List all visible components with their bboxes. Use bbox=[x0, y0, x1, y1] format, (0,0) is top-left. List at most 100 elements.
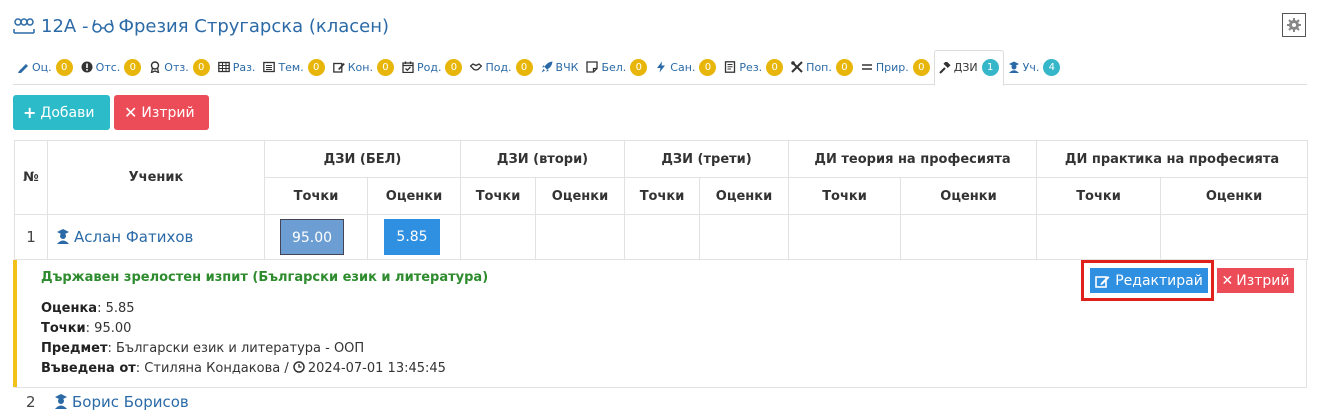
delete-exam-label: Изтрий bbox=[1236, 272, 1290, 289]
empty-cell bbox=[1036, 214, 1162, 260]
tab-bar: Оц. 0 Отс. 0 Отз. 0 Раз. Тем. 0 Кон. 0 Род. 0 Под. 0 ВЧ… bbox=[13, 49, 1307, 86]
tab-list[interactable]: Тем. 0 bbox=[259, 50, 328, 84]
handshake-icon bbox=[470, 63, 483, 71]
tab-count-badge: 0 bbox=[630, 58, 648, 76]
subheader-points: Точки bbox=[788, 177, 902, 215]
award-icon bbox=[151, 61, 160, 73]
tab-label: Поп. bbox=[806, 60, 832, 74]
tab-count-badge: 0 bbox=[445, 58, 463, 76]
add-button[interactable]: + Добави bbox=[13, 95, 110, 130]
tab-count-badge: 0 bbox=[515, 58, 533, 76]
bolt-icon bbox=[657, 61, 666, 73]
group-header-bel: ДЗИ (БЕЛ) bbox=[263, 140, 462, 178]
tab-label: Под. bbox=[485, 60, 512, 74]
empty-cell bbox=[788, 214, 902, 260]
row-number: 1 bbox=[14, 214, 48, 260]
student-name: Борис Борисов bbox=[72, 393, 189, 411]
tab-exclamation-circle[interactable]: Отс. 0 bbox=[77, 50, 146, 84]
tab-count-badge: 0 bbox=[307, 58, 325, 76]
equals-icon bbox=[861, 64, 872, 70]
tab-count-badge: 0 bbox=[766, 58, 784, 76]
tab-label: Бел. bbox=[601, 60, 627, 74]
detail-entered: Въведена от: Стиляна Кондакова / 2024-07… bbox=[41, 361, 446, 376]
tab-bolt[interactable]: Сан. 0 bbox=[651, 50, 720, 84]
delete-exam-button[interactable]: ✕ Изтрий bbox=[1217, 268, 1294, 293]
points-value[interactable]: 95.00 bbox=[280, 219, 344, 255]
tab-label: Тем. bbox=[278, 60, 304, 74]
empty-cell bbox=[624, 214, 701, 260]
group-header-practice: ДИ практика на професията bbox=[1036, 140, 1309, 178]
tab-gavel[interactable]: ДЗИ 1 bbox=[933, 49, 1004, 86]
tab-pencil[interactable]: Оц. 0 bbox=[13, 50, 77, 84]
tab-handshake[interactable]: Под. 0 bbox=[466, 50, 536, 84]
empty-cell bbox=[1160, 214, 1309, 260]
subheader-marks: Оценки bbox=[1160, 177, 1309, 215]
tab-label: Род. bbox=[416, 60, 442, 74]
calendar-check-icon bbox=[402, 61, 414, 73]
bel-marks-cell: 5.85 bbox=[366, 214, 462, 260]
tab-label: Кон. bbox=[347, 60, 373, 74]
subheader-marks: Оценки bbox=[535, 177, 626, 215]
empty-cell bbox=[699, 214, 790, 260]
tab-equals[interactable]: Прир. 0 bbox=[857, 50, 934, 84]
empty-cell bbox=[900, 214, 1038, 260]
tab-label: Отс. bbox=[95, 60, 121, 74]
page-title: 12А - Фрезия Стругарска (класен) bbox=[13, 12, 389, 40]
tab-count-badge: 0 bbox=[124, 58, 142, 76]
tab-award[interactable]: Отз. 0 bbox=[145, 50, 213, 84]
delete-button[interactable]: ✕ Изтрий bbox=[114, 95, 209, 130]
tab-file[interactable]: Рез. 0 bbox=[720, 50, 787, 84]
detail-points: Точки: 95.00 bbox=[41, 321, 132, 336]
student-name: Аслан Фатихов bbox=[74, 228, 194, 246]
bel-points-cell: 95.00 bbox=[264, 214, 368, 260]
tab-label: Оц. bbox=[32, 60, 52, 74]
file-icon bbox=[725, 61, 736, 73]
users-icon bbox=[13, 18, 35, 34]
sticky-note-icon bbox=[586, 61, 599, 73]
tab-table[interactable]: Раз. bbox=[214, 50, 260, 84]
empty-cell bbox=[460, 214, 537, 260]
tab-count-badge: 0 bbox=[55, 58, 73, 76]
tab-count-badge: 0 bbox=[912, 58, 930, 76]
table-row: 1 Аслан Фатихов 95.00 5.85 bbox=[14, 214, 1309, 260]
mark-value[interactable]: 5.85 bbox=[384, 219, 440, 255]
tab-label: Прир. bbox=[875, 60, 909, 74]
glasses-icon bbox=[92, 19, 115, 33]
tab-label: ДЗИ bbox=[953, 61, 978, 74]
tools-icon bbox=[791, 61, 803, 73]
column-header-student: Ученик bbox=[47, 140, 265, 215]
detail-subject: Предмет: Български език и литература - О… bbox=[41, 341, 365, 356]
tab-count-badge: 4 bbox=[1043, 58, 1061, 76]
subheader-marks: Оценки bbox=[366, 177, 462, 215]
tab-label: Раз. bbox=[232, 60, 256, 74]
tab-tools[interactable]: Поп. 0 bbox=[787, 50, 857, 84]
edit-icon bbox=[1095, 275, 1110, 288]
tab-sticky-note[interactable]: Бел. 0 bbox=[582, 50, 651, 84]
tab-calendar-check[interactable]: Род. 0 bbox=[398, 50, 466, 84]
tab-user-graduate[interactable]: Уч. 4 bbox=[1004, 50, 1065, 84]
student-link[interactable]: Аслан Фатихов bbox=[47, 214, 265, 260]
subheader-marks: Оценки bbox=[900, 177, 1038, 215]
group-header-theory: ДИ теория на професията bbox=[788, 140, 1038, 178]
group-header-second: ДЗИ (втори) bbox=[460, 140, 626, 178]
tab-edit[interactable]: Кон. 0 bbox=[329, 50, 398, 84]
exam-detail-lines: Оценка: 5.85 Точки: 95.00 Предмет: Бълга… bbox=[41, 299, 446, 379]
exclamation-circle-icon bbox=[81, 61, 93, 73]
student-link[interactable]: Борис Борисов bbox=[54, 393, 189, 411]
tab-rocket[interactable]: ВЧК bbox=[537, 50, 583, 84]
exam-detail-title: Държавен зрелостен изпит (Български език… bbox=[41, 270, 489, 285]
subheader-points: Точки bbox=[264, 177, 368, 215]
gear-icon bbox=[1287, 18, 1301, 32]
subheader-points: Точки bbox=[460, 177, 537, 215]
times-icon: ✕ bbox=[124, 103, 138, 122]
edit-button[interactable]: Редактирай bbox=[1090, 268, 1208, 293]
class-name: 12А bbox=[41, 15, 77, 37]
column-header-num: № bbox=[14, 140, 48, 215]
add-label: Добави bbox=[40, 104, 95, 121]
edit-icon bbox=[332, 62, 345, 73]
subheader-marks: Оценки bbox=[699, 177, 790, 215]
settings-button[interactable] bbox=[1282, 13, 1306, 37]
tab-label: Сан. bbox=[670, 60, 696, 74]
group-header-third: ДЗИ (трети) bbox=[624, 140, 790, 178]
times-icon: ✕ bbox=[1221, 272, 1234, 289]
